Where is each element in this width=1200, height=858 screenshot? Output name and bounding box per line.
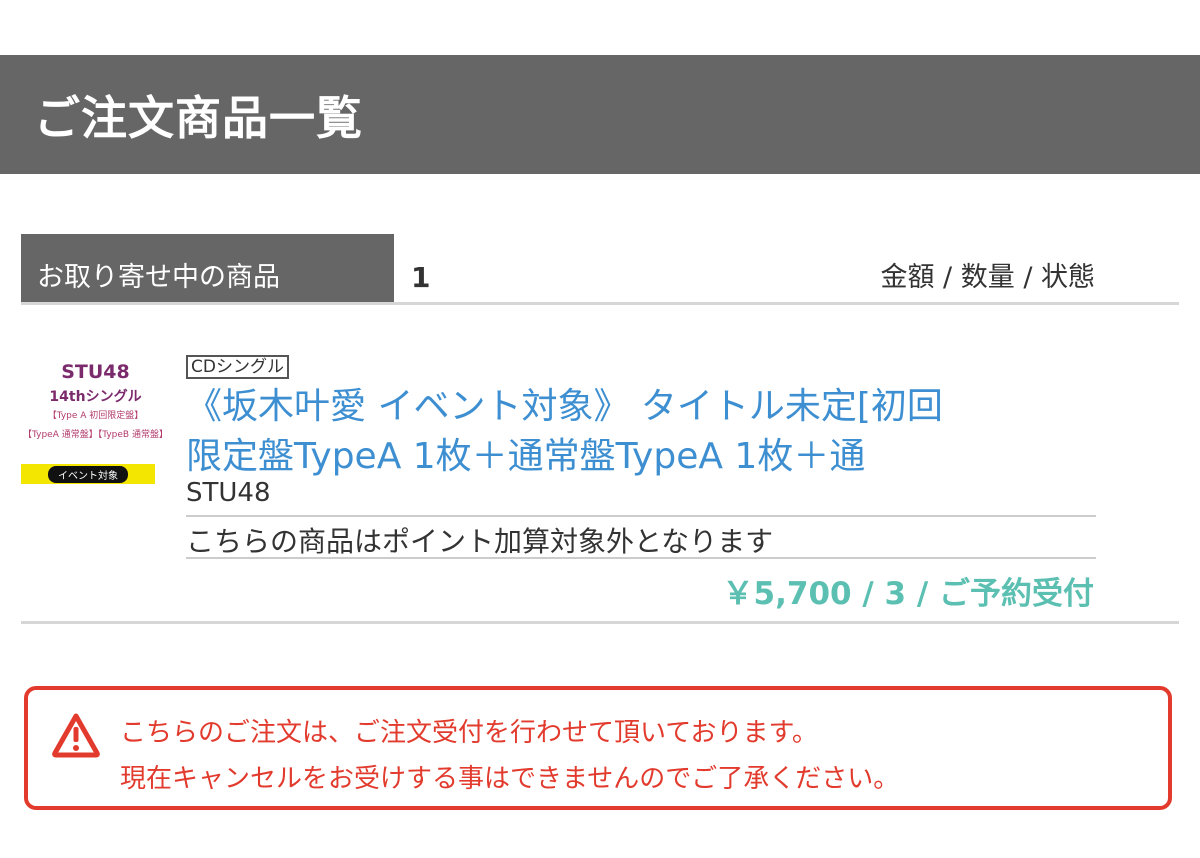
item-count: 1 bbox=[411, 261, 431, 294]
category-tag: CDシングル bbox=[186, 355, 289, 379]
warning-message-line-1: こちらのご注文は、ご注文受付を行わせて頂いております。 bbox=[120, 718, 818, 748]
product-title-link[interactable]: 《坂木叶愛 イベント対象》 タイトル未定[初回 限定盤TypeA 1枚＋通常盤T… bbox=[186, 382, 1086, 482]
product-title-line-1: 《坂木叶愛 イベント対象》 タイトル未定[初回 bbox=[186, 386, 943, 427]
page-header: ご注文商品一覧 bbox=[0, 55, 1200, 174]
point-note: こちらの商品はポイント加算対象外となります bbox=[186, 525, 774, 558]
item-bottom-divider bbox=[21, 621, 1179, 624]
price-quantity-status: ￥5,700 / 3 / ご予約受付 bbox=[722, 576, 1094, 612]
section-divider bbox=[21, 302, 1179, 305]
warning-message-line-2: 現在キャンセルをお受けする事はできませんのでご了承ください。 bbox=[120, 764, 900, 794]
warning-triangle-icon bbox=[52, 713, 100, 758]
thumbnail-edition-1: 【Type A 初回限定盤】 bbox=[47, 411, 144, 421]
section-header: お取り寄せ中の商品 1 金額 / 数量 / 状態 bbox=[21, 234, 1179, 302]
column-headers: 金額 / 数量 / 状態 bbox=[880, 262, 1095, 293]
thumbnail-event-badge-label: イベント対象 bbox=[48, 465, 128, 483]
cancel-warning-box: こちらのご注文は、ご注文受付を行わせて頂いております。 現在キャンセルをお受けす… bbox=[24, 686, 1172, 810]
order-items-page: ご注文商品一覧 お取り寄せ中の商品 1 金額 / 数量 / 状態 STU48 1… bbox=[0, 0, 1200, 858]
artist-name: STU48 bbox=[186, 478, 271, 508]
section-tab-label: お取り寄せ中の商品 bbox=[37, 262, 280, 293]
product-title-line-2: 限定盤TypeA 1枚＋通常盤TypeA 1枚＋通 bbox=[186, 436, 866, 477]
thumbnail-artist: STU48 bbox=[61, 361, 130, 383]
thumbnail-single: 14thシングル bbox=[49, 389, 142, 405]
thumbnail-event-badge: イベント対象 bbox=[21, 464, 155, 484]
section-tab: お取り寄せ中の商品 bbox=[21, 234, 394, 302]
page-title: ご注文商品一覧 bbox=[34, 90, 363, 145]
thumbnail-edition-2: 【TypeA 通常盤】【TypeB 通常盤】 bbox=[23, 430, 168, 440]
product-thumbnail[interactable]: STU48 14thシングル 【Type A 初回限定盤】 【TypeA 通常盤… bbox=[21, 352, 170, 492]
item-divider-bottom bbox=[186, 557, 1096, 559]
item-divider-top bbox=[186, 515, 1096, 517]
